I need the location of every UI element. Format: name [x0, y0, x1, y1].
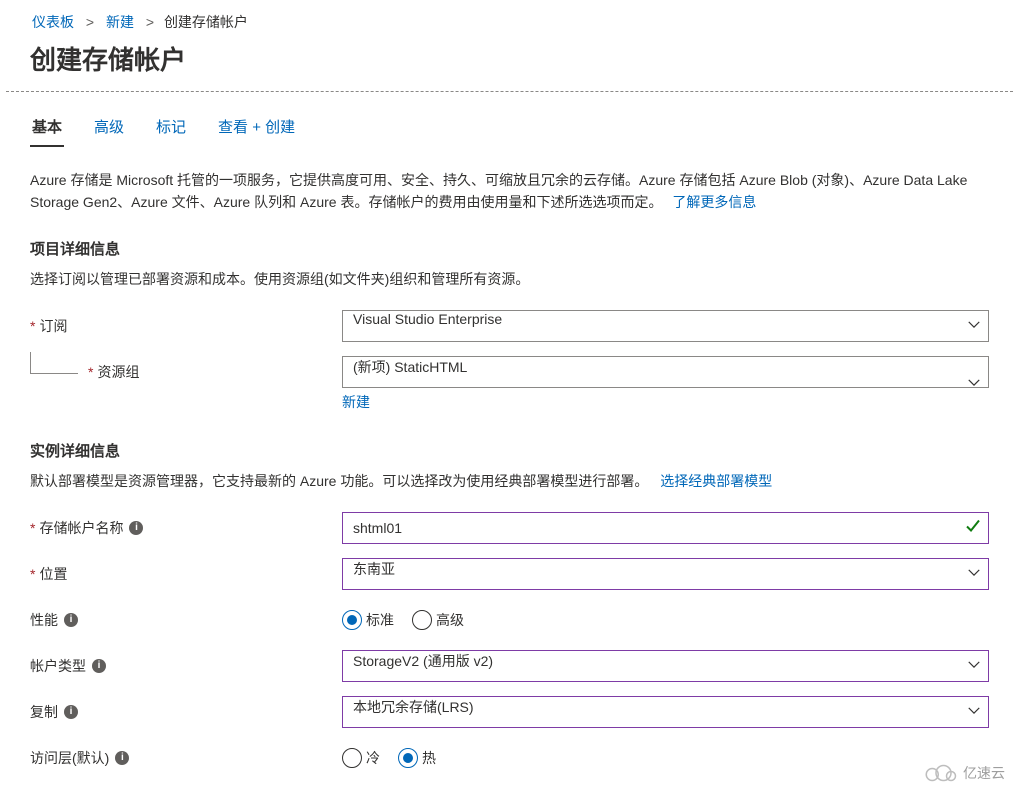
resource-group-row: * 资源组 (新项) StaticHTML 新建 [30, 356, 989, 412]
info-icon[interactable]: i [64, 613, 78, 627]
project-details-desc: 选择订阅以管理已部署资源和成本。使用资源组(如文件夹)组织和管理所有资源。 [30, 269, 989, 290]
account-kind-select[interactable]: StorageV2 (通用版 v2) [342, 650, 989, 682]
access-tier-cool-label: 冷 [366, 748, 380, 768]
instance-details-section: 实例详细信息 默认部署模型是资源管理器，它支持最新的 Azure 功能。可以选择… [30, 440, 989, 774]
breadcrumb-separator: > [86, 14, 94, 30]
radio-unselected-icon [412, 610, 432, 630]
intro-text: Azure 存储是 Microsoft 托管的一项服务，它提供高度可用、安全、持… [30, 169, 989, 214]
storage-name-label: 存储帐户名称 [39, 518, 123, 538]
project-details-section: 项目详细信息 选择订阅以管理已部署资源和成本。使用资源组(如文件夹)组织和管理所… [30, 238, 989, 412]
intro-body: Azure 存储是 Microsoft 托管的一项服务，它提供高度可用、安全、持… [30, 172, 967, 210]
location-select[interactable]: 东南亚 [342, 558, 989, 590]
location-row: * 位置 东南亚 [30, 558, 989, 590]
create-new-resource-group-link[interactable]: 新建 [342, 394, 370, 410]
page-title: 创建存储帐户 [0, 40, 1019, 91]
breadcrumb: 仪表板 > 新建 > 创建存储帐户 [0, 0, 1019, 40]
storage-name-row: * 存储帐户名称 i [30, 512, 989, 544]
performance-radio-group: 标准 高级 [342, 610, 989, 630]
resource-group-select[interactable]: (新项) StaticHTML [342, 356, 989, 388]
required-indicator: * [30, 566, 35, 582]
replication-row: 复制 i 本地冗余存储(LRS) [30, 696, 989, 728]
instance-details-title: 实例详细信息 [30, 440, 989, 461]
performance-premium-label: 高级 [436, 610, 464, 630]
access-tier-row: 访问层(默认) i 冷 热 [30, 742, 989, 774]
access-tier-cool-radio[interactable]: 冷 [342, 748, 380, 768]
learn-more-link[interactable]: 了解更多信息 [672, 194, 756, 210]
subscription-select[interactable]: Visual Studio Enterprise [342, 310, 989, 342]
storage-name-input[interactable] [342, 512, 989, 544]
resource-group-label: 资源组 [97, 362, 139, 382]
breadcrumb-separator: > [146, 14, 154, 30]
performance-standard-radio[interactable]: 标准 [342, 610, 394, 630]
account-kind-label: 帐户类型 [30, 656, 86, 676]
required-indicator: * [30, 318, 35, 334]
account-kind-row: 帐户类型 i StorageV2 (通用版 v2) [30, 650, 989, 682]
tree-indent-icon [30, 352, 78, 374]
classic-deployment-link[interactable]: 选择经典部署模型 [660, 473, 772, 489]
performance-row: 性能 i 标准 高级 [30, 604, 989, 636]
watermark: 亿速云 [921, 762, 1005, 784]
access-tier-hot-label: 热 [422, 748, 436, 768]
info-icon[interactable]: i [129, 521, 143, 535]
radio-selected-icon [342, 610, 362, 630]
required-indicator: * [88, 364, 93, 380]
subscription-label: 订阅 [39, 316, 67, 336]
cloud-icon [921, 762, 957, 784]
breadcrumb-dashboard[interactable]: 仪表板 [32, 14, 74, 30]
access-tier-label: 访问层(默认) [30, 748, 109, 768]
access-tier-radio-group: 冷 热 [342, 748, 989, 768]
radio-selected-icon [398, 748, 418, 768]
info-icon[interactable]: i [64, 705, 78, 719]
project-details-title: 项目详细信息 [30, 238, 989, 259]
replication-label: 复制 [30, 702, 58, 722]
replication-select[interactable]: 本地冗余存储(LRS) [342, 696, 989, 728]
valid-check-icon [965, 518, 981, 537]
watermark-text: 亿速云 [963, 763, 1005, 783]
tab-review-create[interactable]: 查看 + 创建 [216, 110, 297, 147]
location-label: 位置 [39, 564, 67, 584]
subscription-row: * 订阅 Visual Studio Enterprise [30, 310, 989, 342]
tabs: 基本 高级 标记 查看 + 创建 [30, 110, 989, 147]
tab-basic[interactable]: 基本 [30, 110, 64, 147]
breadcrumb-current: 创建存储帐户 [164, 14, 248, 30]
instance-details-desc: 默认部署模型是资源管理器，它支持最新的 Azure 功能。可以选择改为使用经典部… [30, 473, 648, 489]
required-indicator: * [30, 520, 35, 536]
performance-standard-label: 标准 [366, 610, 394, 630]
radio-unselected-icon [342, 748, 362, 768]
tab-advanced[interactable]: 高级 [92, 110, 126, 147]
performance-label: 性能 [30, 610, 58, 630]
divider [6, 91, 1013, 92]
performance-premium-radio[interactable]: 高级 [412, 610, 464, 630]
info-icon[interactable]: i [115, 751, 129, 765]
breadcrumb-new[interactable]: 新建 [106, 14, 134, 30]
access-tier-hot-radio[interactable]: 热 [398, 748, 436, 768]
tab-tags[interactable]: 标记 [154, 110, 188, 147]
info-icon[interactable]: i [92, 659, 106, 673]
